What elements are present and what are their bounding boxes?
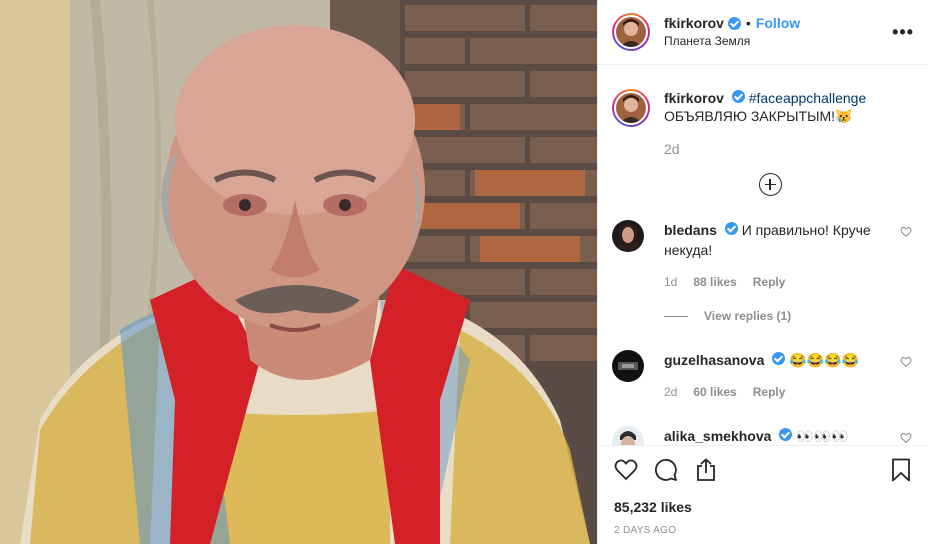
commenter-avatar[interactable]	[612, 220, 644, 252]
comment-username[interactable]: alika_smekhova	[664, 428, 771, 444]
caption-hashtag[interactable]: #faceappchallenge	[749, 90, 867, 106]
author-avatar-photo	[616, 17, 646, 47]
bookmark-icon[interactable]	[889, 458, 913, 482]
comment-text: 😂😂😂😂	[789, 352, 859, 368]
reply-button[interactable]: Reply	[753, 382, 786, 402]
view-replies-button[interactable]: View replies (1)	[664, 306, 884, 326]
verified-badge-icon	[731, 90, 745, 103]
verified-badge-icon	[727, 16, 741, 30]
verified-badge-icon	[724, 222, 738, 235]
share-icon[interactable]	[694, 458, 718, 482]
comment-username[interactable]: guzelhasanova	[664, 352, 764, 368]
commenter-avatar[interactable]	[612, 426, 644, 445]
comment-username[interactable]: bledans	[664, 222, 717, 238]
comment-likes[interactable]: 88 likes	[693, 272, 736, 292]
likes-count[interactable]: 85,232 likes	[614, 499, 913, 515]
view-replies-label: View replies (1)	[704, 309, 792, 323]
commenter-avatar-photo	[612, 350, 644, 382]
caption-text: ОБЪЯВЛЯЮ ЗАКРЫТЫМ!😿	[664, 108, 853, 124]
author-avatar[interactable]	[612, 13, 650, 51]
commenter-avatar-photo	[612, 426, 644, 445]
caption-author-avatar[interactable]	[612, 89, 650, 127]
commenter-avatar[interactable]	[612, 350, 644, 382]
more-options-icon[interactable]: •••	[892, 22, 914, 43]
separator-dot: •	[745, 15, 751, 31]
commenter-avatar-photo	[612, 220, 644, 252]
post-image[interactable]	[0, 0, 597, 544]
post-header: fkirkorov • Follow Планета Земля •••	[598, 0, 928, 65]
comment-text: 👀👀👀	[796, 428, 849, 444]
author-username[interactable]: fkirkorov	[664, 14, 724, 32]
comment-bubble-icon[interactable]	[654, 458, 678, 482]
reply-button[interactable]: Reply	[753, 272, 786, 292]
comment-item: guzelhasanova 😂😂😂😂 2d 60 likes Reply	[612, 350, 912, 402]
verified-badge-icon	[772, 352, 786, 365]
post-location[interactable]: Планета Земля	[664, 32, 800, 50]
comment-like-heart-icon[interactable]	[900, 226, 912, 238]
comment-like-heart-icon[interactable]	[900, 356, 912, 368]
replies-divider	[664, 315, 688, 317]
comment-age[interactable]: 1d	[664, 272, 677, 292]
verified-badge-icon	[779, 428, 793, 441]
like-heart-icon[interactable]	[614, 458, 638, 482]
post-actions: 85,232 likes 2 DAYS AGO	[598, 445, 928, 536]
post-timestamp[interactable]: 2 DAYS AGO	[614, 525, 913, 536]
post-caption: fkirkorov #faceappchallenge ОБЪЯВЛЯЮ ЗАК…	[612, 89, 912, 127]
post-panel: fkirkorov • Follow Планета Земля ••• fki…	[597, 0, 928, 544]
load-more-comments-icon[interactable]	[758, 173, 782, 196]
follow-button[interactable]: Follow	[756, 14, 800, 32]
post-photo	[0, 0, 597, 544]
comments-list[interactable]: fkirkorov #faceappchallenge ОБЪЯВЛЯЮ ЗАК…	[598, 65, 928, 445]
comment-item: alika_smekhova 👀👀👀	[612, 426, 912, 445]
comment-age[interactable]: 2d	[664, 382, 677, 402]
caption-username[interactable]: fkirkorov	[664, 90, 724, 106]
comment-likes[interactable]: 60 likes	[693, 382, 736, 402]
comment-item: bledans И правильно! Круче некуда! 1d 88…	[612, 220, 912, 326]
caption-avatar-photo	[616, 93, 646, 123]
comment-like-heart-icon[interactable]	[900, 432, 912, 444]
caption-age[interactable]: 2d	[664, 141, 912, 157]
